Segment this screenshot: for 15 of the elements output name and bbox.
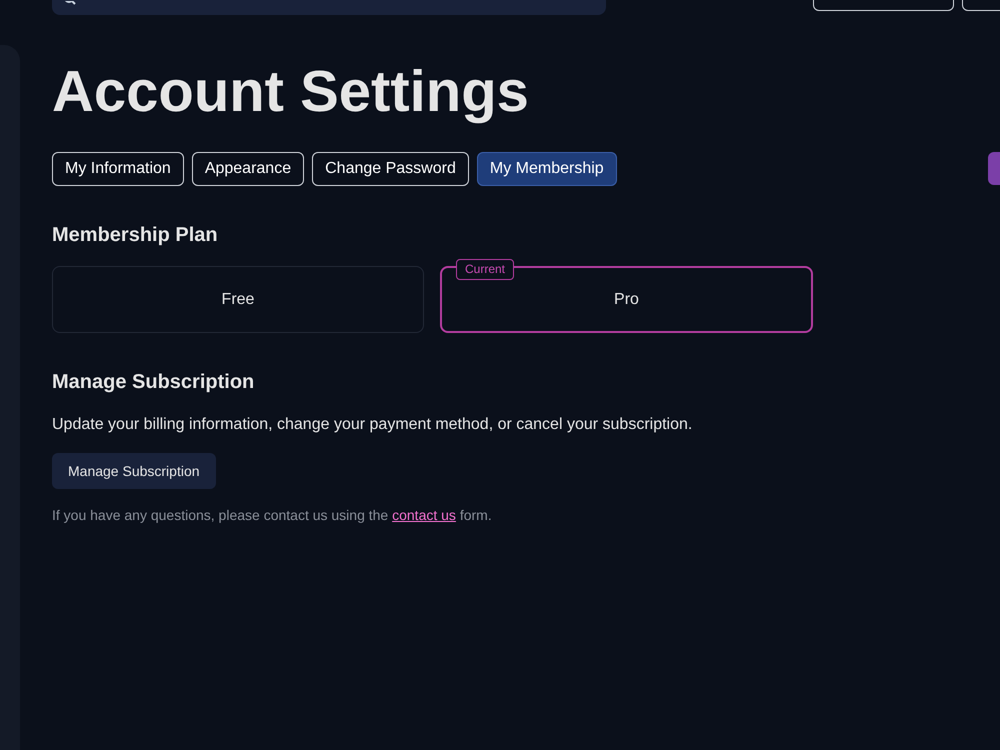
contact-link[interactable]: contact us	[392, 507, 456, 523]
plan-card[interactable]: Free	[52, 266, 424, 333]
section-heading: Manage Subscription	[52, 370, 254, 395]
section-heading: Membership Plan	[52, 223, 218, 248]
contact-note: If you have any questions, please contact us using the contact us form.	[52, 506, 492, 525]
tab[interactable]: Change Password	[312, 152, 469, 186]
page-title: Account Settings	[52, 58, 529, 126]
current-badge: Current	[456, 259, 514, 280]
plan-name: Pro	[614, 290, 639, 310]
description-text: Update your billing information, change your payment method, or cancel your subscription.	[52, 415, 692, 435]
tab[interactable]: My Information	[52, 152, 184, 186]
plan-name: Free	[222, 290, 254, 310]
tab[interactable]: Appearance	[192, 152, 304, 186]
tab[interactable]: My Membership	[476, 152, 617, 186]
manage-subscription-button[interactable]: Manage Subscription	[52, 453, 216, 489]
